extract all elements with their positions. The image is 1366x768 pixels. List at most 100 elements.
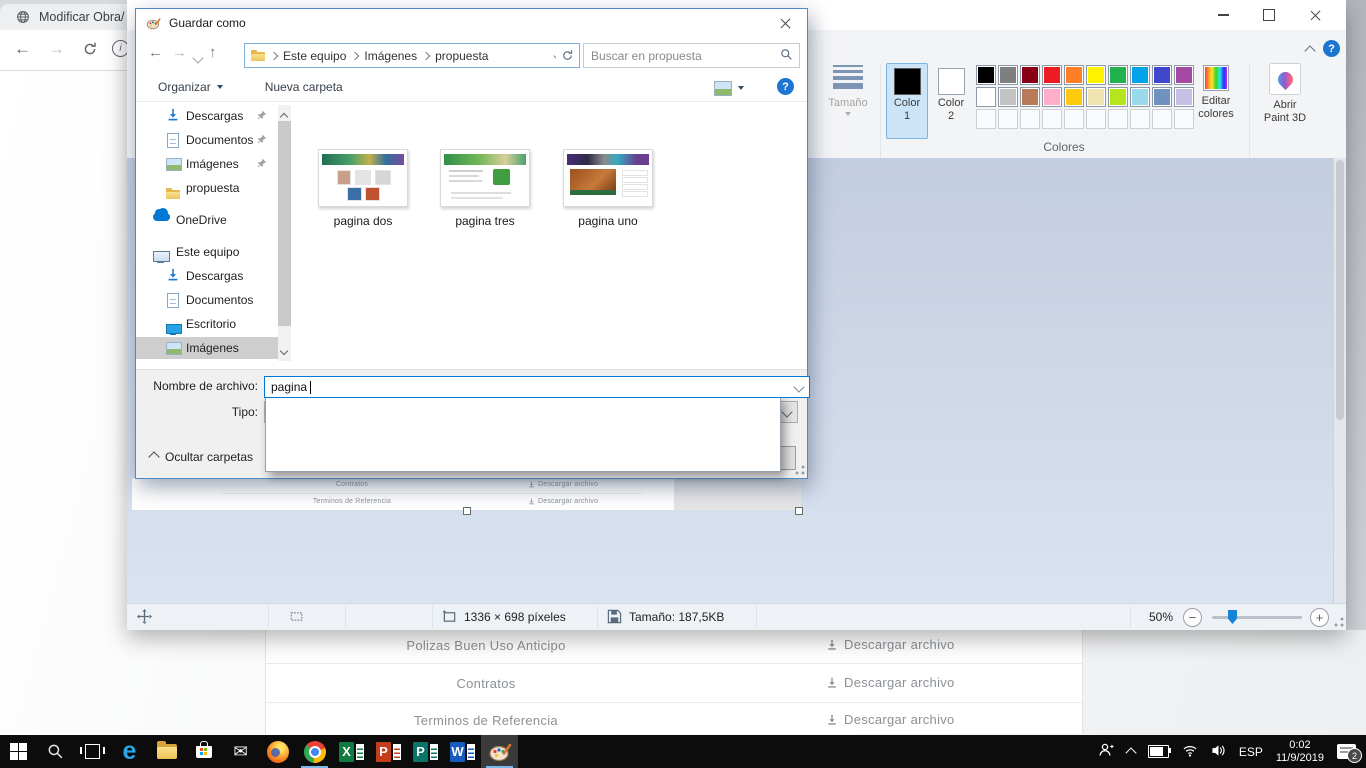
palette-swatch[interactable] — [1152, 65, 1172, 85]
palette-empty-slot[interactable] — [998, 109, 1018, 129]
breadcrumb-item[interactable]: propuesta — [435, 49, 488, 63]
forward-button[interactable]: → — [172, 44, 187, 61]
palette-empty-slot[interactable] — [1086, 109, 1106, 129]
zoom-out-button[interactable]: − — [1183, 608, 1202, 627]
wifi-icon[interactable] — [1182, 743, 1198, 761]
reload-button[interactable] — [82, 41, 98, 60]
scrollbar-thumb[interactable] — [278, 121, 291, 326]
filename-dropdown-chevron[interactable] — [795, 380, 803, 394]
palette-swatch[interactable] — [1042, 65, 1062, 85]
start-button[interactable] — [0, 735, 37, 768]
new-folder-button[interactable]: Nueva carpeta — [265, 80, 343, 94]
palette-empty-slot[interactable] — [976, 109, 996, 129]
edit-colors-button[interactable]: Editar colores — [1190, 63, 1242, 121]
palette-empty-slot[interactable] — [1108, 109, 1128, 129]
canvas-resize-handle[interactable] — [795, 507, 803, 515]
back-button[interactable]: ← — [14, 39, 31, 59]
palette-swatch[interactable] — [1064, 65, 1084, 85]
scroll-down-arrow[interactable] — [281, 343, 287, 357]
file-item-pagina-dos[interactable]: pagina dos — [313, 149, 413, 228]
organize-menu[interactable]: Organizar — [158, 80, 223, 94]
palette-swatch[interactable] — [1108, 65, 1128, 85]
download-link[interactable]: Descargar archivo — [826, 675, 955, 690]
sidebar-item-escritorio[interactable]: Escritorio — [136, 313, 278, 335]
download-link[interactable]: Descargar archivo — [826, 712, 955, 727]
sidebar-item-este-equipo[interactable]: Este equipo — [136, 241, 278, 263]
palette-swatch[interactable] — [1086, 65, 1106, 85]
refresh-button[interactable] — [556, 43, 580, 68]
recent-locations-chevron[interactable] — [194, 51, 202, 65]
palette-swatch[interactable] — [1086, 87, 1106, 107]
color2-button[interactable]: Color 2 — [930, 63, 972, 139]
open-paint3d-button[interactable]: Abrir Paint 3D — [1255, 63, 1315, 125]
palette-swatch[interactable] — [1130, 65, 1150, 85]
sidebar-item-documentos-pc[interactable]: Documentos — [136, 289, 278, 311]
zoom-slider[interactable] — [1212, 616, 1302, 619]
palette-swatch[interactable] — [976, 65, 996, 85]
taskbar-word[interactable]: W — [444, 735, 481, 768]
zoom-in-button[interactable]: + — [1310, 608, 1329, 627]
taskbar-publisher[interactable]: P — [407, 735, 444, 768]
sidebar-item-descargas[interactable]: Descargas — [136, 105, 278, 127]
sidebar-item-onedrive[interactable]: OneDrive — [136, 209, 278, 231]
taskbar-powerpoint[interactable]: P — [370, 735, 407, 768]
zoom-slider-thumb[interactable] — [1228, 610, 1237, 624]
taskbar-store[interactable] — [185, 735, 222, 768]
taskbar-search-button[interactable] — [37, 735, 74, 768]
file-item-pagina-uno[interactable]: pagina uno — [558, 149, 658, 228]
size-button[interactable]: Tamaño — [820, 62, 876, 116]
color1-button[interactable]: Color 1 — [886, 63, 928, 139]
help-button[interactable]: ? — [777, 78, 794, 95]
help-button[interactable]: ? — [1323, 40, 1340, 57]
action-center-icon[interactable]: 2 — [1337, 744, 1356, 759]
battery-icon[interactable] — [1148, 745, 1169, 758]
palette-swatch[interactable] — [998, 87, 1018, 107]
filename-input[interactable]: pagina — [264, 376, 810, 398]
volume-icon[interactable] — [1211, 743, 1226, 761]
task-view-button[interactable] — [74, 735, 111, 768]
palette-swatch[interactable] — [1064, 87, 1084, 107]
palette-swatch[interactable] — [1108, 87, 1128, 107]
palette-empty-slot[interactable] — [1064, 109, 1084, 129]
up-one-level-button[interactable]: ↑ — [209, 44, 217, 61]
sidebar-item-imagenes-pc-selected[interactable]: Imágenes — [136, 337, 278, 359]
people-icon[interactable] — [1098, 742, 1114, 761]
palette-empty-slot[interactable] — [1152, 109, 1172, 129]
back-button[interactable]: ← — [148, 44, 163, 61]
language-indicator[interactable]: ESP — [1239, 745, 1263, 759]
sidebar-item-imagenes[interactable]: Imágenes — [136, 153, 278, 175]
work-area-scrollbar[interactable] — [1333, 158, 1346, 603]
palette-empty-slot[interactable] — [1042, 109, 1062, 129]
view-mode-button[interactable] — [714, 81, 732, 96]
scrollbar-thumb[interactable] — [1336, 160, 1344, 420]
taskbar-mail[interactable]: ✉ — [222, 735, 259, 768]
view-mode-caret[interactable] — [738, 86, 744, 90]
palette-swatch[interactable] — [1042, 87, 1062, 107]
dialog-close-button[interactable] — [763, 9, 807, 37]
palette-swatch[interactable] — [1020, 87, 1040, 107]
sidebar-item-documentos[interactable]: Documentos — [136, 129, 278, 151]
taskbar-excel[interactable]: X — [333, 735, 370, 768]
show-hidden-icons-chevron[interactable] — [1125, 747, 1136, 758]
download-link[interactable]: Descargar archivo — [826, 637, 955, 652]
breadcrumb-item[interactable]: Este equipo — [283, 49, 346, 63]
collapse-ribbon-button[interactable] — [1306, 44, 1314, 58]
minimize-button[interactable] — [1200, 0, 1246, 30]
search-input[interactable] — [584, 49, 780, 63]
taskbar-file-explorer[interactable] — [148, 735, 185, 768]
taskbar-paint-active[interactable] — [481, 735, 518, 768]
maximize-button[interactable] — [1246, 0, 1292, 30]
close-button[interactable] — [1292, 0, 1338, 30]
hide-folders-button[interactable]: Ocultar carpetas — [150, 450, 253, 464]
palette-empty-slot[interactable] — [1020, 109, 1040, 129]
palette-swatch[interactable] — [1130, 87, 1150, 107]
paint-canvas[interactable]: Contratos Descargar archivo Terminos de … — [132, 478, 801, 510]
taskbar-chrome[interactable] — [296, 735, 333, 768]
save-button-edge[interactable] — [780, 446, 796, 470]
taskbar-firefox[interactable] — [259, 735, 296, 768]
breadcrumb[interactable]: Este equipo Imágenes propuesta — [244, 43, 570, 68]
file-item-pagina-tres[interactable]: pagina tres — [435, 149, 535, 228]
palette-swatch[interactable] — [998, 65, 1018, 85]
window-resize-grip[interactable] — [1332, 616, 1344, 628]
sidebar-item-propuesta[interactable]: propuesta — [136, 177, 278, 199]
